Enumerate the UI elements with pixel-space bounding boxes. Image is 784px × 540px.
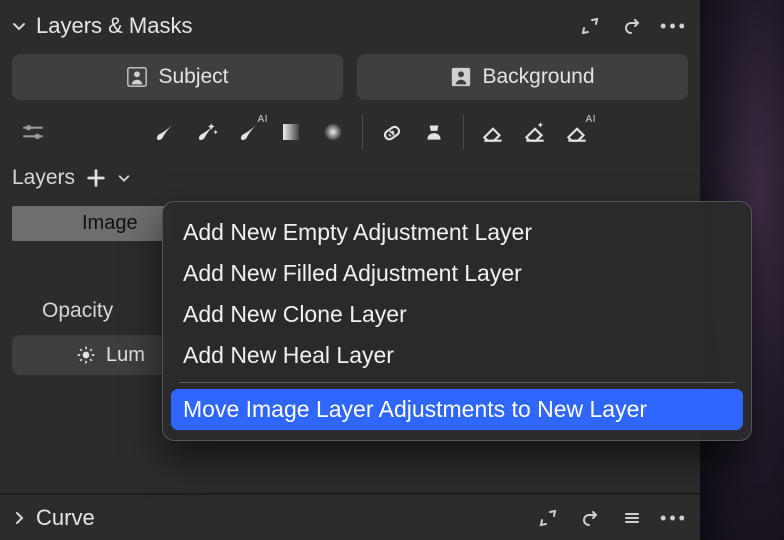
reset-icon[interactable] bbox=[618, 12, 646, 40]
menu-move-adjustments[interactable]: Move Image Layer Adjustments to New Laye… bbox=[171, 389, 743, 430]
more-icon[interactable]: ••• bbox=[660, 12, 688, 40]
menu-separator bbox=[179, 382, 735, 383]
ai-label: AI bbox=[586, 114, 596, 125]
expand-icon[interactable] bbox=[576, 12, 604, 40]
brush-tool-row: AI AI bbox=[0, 106, 700, 158]
luminosity-mask-button[interactable]: Lum bbox=[12, 335, 172, 375]
chevron-down-icon bbox=[10, 18, 28, 34]
panel-title: Curve bbox=[36, 505, 95, 531]
radial-icon[interactable] bbox=[312, 112, 354, 152]
menu-add-clone-layer[interactable]: Add New Clone Layer bbox=[163, 294, 751, 335]
layers-header-row: Layers bbox=[0, 158, 700, 196]
add-layer-context-menu: Add New Empty Adjustment Layer Add New F… bbox=[162, 201, 752, 441]
sliders-icon[interactable] bbox=[12, 112, 54, 152]
separator bbox=[463, 115, 464, 149]
background-button[interactable]: Background bbox=[357, 54, 688, 100]
heal-icon[interactable] bbox=[371, 112, 413, 152]
magic-eraser-icon[interactable] bbox=[514, 112, 556, 152]
more-icon[interactable]: ••• bbox=[660, 504, 688, 532]
ai-label: AI bbox=[258, 114, 268, 125]
menu-add-empty-adjustment[interactable]: Add New Empty Adjustment Layer bbox=[163, 212, 751, 253]
person-icon bbox=[126, 66, 148, 88]
magic-brush-icon[interactable] bbox=[186, 112, 228, 152]
mask-segment-row: Subject Background bbox=[0, 46, 700, 106]
subject-button[interactable]: Subject bbox=[12, 54, 343, 100]
expand-icon[interactable] bbox=[534, 504, 562, 532]
luminosity-label: Lum bbox=[106, 344, 145, 367]
brightness-icon bbox=[76, 345, 96, 365]
clone-stamp-icon[interactable] bbox=[413, 112, 455, 152]
list-icon[interactable] bbox=[618, 504, 646, 532]
person-outline-icon bbox=[450, 66, 472, 88]
ai-eraser-icon[interactable]: AI bbox=[556, 112, 598, 152]
add-layer-button[interactable] bbox=[85, 167, 107, 189]
chevron-right-icon bbox=[10, 510, 28, 526]
eraser-icon[interactable] bbox=[472, 112, 514, 152]
layers-label: Layers bbox=[12, 166, 75, 190]
reset-icon[interactable] bbox=[576, 504, 604, 532]
add-layer-menu-button[interactable] bbox=[117, 171, 131, 185]
brush-icon[interactable] bbox=[144, 112, 186, 152]
menu-add-heal-layer[interactable]: Add New Heal Layer bbox=[163, 335, 751, 376]
panel-header-layers-masks[interactable]: Layers & Masks ••• bbox=[0, 0, 700, 46]
panel-header-curve[interactable]: Curve ••• bbox=[0, 493, 700, 540]
menu-add-filled-adjustment[interactable]: Add New Filled Adjustment Layer bbox=[163, 253, 751, 294]
layer-name: Image bbox=[12, 206, 172, 241]
background-label: Background bbox=[482, 65, 594, 89]
subject-label: Subject bbox=[158, 65, 228, 89]
ai-brush-icon[interactable]: AI bbox=[228, 112, 270, 152]
gradient-icon[interactable] bbox=[270, 112, 312, 152]
panel-title: Layers & Masks bbox=[36, 13, 193, 39]
separator bbox=[362, 115, 363, 149]
